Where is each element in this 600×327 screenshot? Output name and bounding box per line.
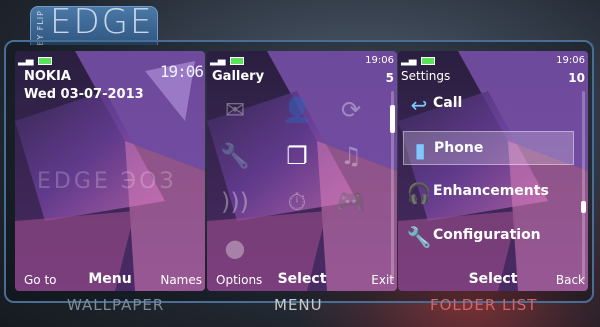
- clock: 19:06: [159, 62, 204, 81]
- list-item-label: Call: [433, 95, 463, 111]
- softkey-right[interactable]: Names: [160, 273, 202, 287]
- list-item-configuration[interactable]: 🔧 Configuration: [403, 219, 574, 253]
- list-item-enhancements[interactable]: 🎧 Enhancements: [403, 175, 574, 209]
- globe-icon[interactable]: ●: [220, 233, 250, 263]
- signal-icon: ▂▄: [210, 55, 226, 66]
- settings-icon[interactable]: 🔧: [220, 141, 250, 171]
- headset-icon: 🎧: [406, 181, 432, 205]
- list-item-label: Phone: [434, 140, 484, 156]
- softkey-right[interactable]: Back: [556, 273, 585, 287]
- timer-icon[interactable]: ⏱: [282, 187, 312, 217]
- scrollbar-thumb[interactable]: [581, 201, 586, 213]
- call-icon: ↩: [410, 93, 428, 117]
- settings-count: 10: [568, 71, 585, 85]
- battery-icon: [230, 57, 244, 65]
- scrollbar-thumb[interactable]: [390, 105, 395, 133]
- mail-icon[interactable]: ✉: [220, 95, 250, 125]
- sync-icon[interactable]: ⟳: [336, 95, 366, 125]
- status-time: 19:06: [556, 55, 585, 66]
- status-bar: ▂▄ 19:06: [210, 55, 394, 69]
- menu-title: Gallery: [212, 69, 265, 84]
- battery-icon: [38, 57, 52, 65]
- folder-list-screen: ▂▄ 19:06 Settings 10 ↩ Call ▮ Phone 🎧 En…: [398, 51, 588, 291]
- wifi-icon[interactable]: ))): [220, 187, 250, 217]
- operator-name: NOKIA: [24, 69, 71, 84]
- games-icon[interactable]: 🎮: [336, 187, 366, 217]
- menu-screen: ▂▄ 19:06 Gallery 5 ✉ 👤 ⟳ 🔧 ❐ ♫ ))) ⏱ 🎮 ●…: [207, 51, 397, 291]
- menu-count: 5: [385, 71, 394, 85]
- softkey-bar: Go to Menu Names: [15, 271, 205, 287]
- contacts-icon[interactable]: 👤: [282, 95, 312, 125]
- caption-wallpaper: WALLPAPER: [67, 296, 165, 314]
- wallpaper-watermark: EDGE ЭОЗ: [37, 169, 177, 194]
- softkey-bar: Select Back: [398, 271, 588, 287]
- wallpaper-screen: ▂▄ 19:06 NOKIA Wed 03-07-2013 EDGE ЭОЗ G…: [15, 51, 205, 291]
- list-item-label: Configuration: [433, 227, 541, 243]
- list-item-label: Enhancements: [433, 183, 549, 199]
- softkey-bar: Options Select Exit: [207, 271, 397, 287]
- softkey-center[interactable]: Select: [207, 271, 397, 287]
- status-time: 19:06: [365, 55, 394, 66]
- brand-logo: EDGE: [50, 2, 154, 42]
- settings-title: Settings: [401, 69, 451, 83]
- signal-icon: ▂▄: [401, 55, 417, 66]
- battery-icon: [421, 57, 435, 65]
- softkey-right[interactable]: Exit: [371, 273, 394, 287]
- date-text: Wed 03-07-2013: [24, 87, 144, 102]
- caption-menu: MENU: [274, 296, 323, 314]
- music-icon[interactable]: ♫: [336, 141, 366, 171]
- list-item-phone[interactable]: ▮ Phone: [403, 131, 574, 165]
- phone-icon: ▮: [414, 138, 426, 162]
- list-item-call[interactable]: ↩ Call: [403, 87, 574, 121]
- wrench-icon: 🔧: [406, 225, 432, 249]
- caption-folder-list: FOLDER LIST: [430, 296, 538, 314]
- status-bar: ▂▄ 19:06: [401, 55, 585, 69]
- gallery-icon[interactable]: ❐: [282, 141, 312, 171]
- signal-icon: ▂▄: [18, 55, 34, 66]
- scrollbar[interactable]: [582, 91, 585, 281]
